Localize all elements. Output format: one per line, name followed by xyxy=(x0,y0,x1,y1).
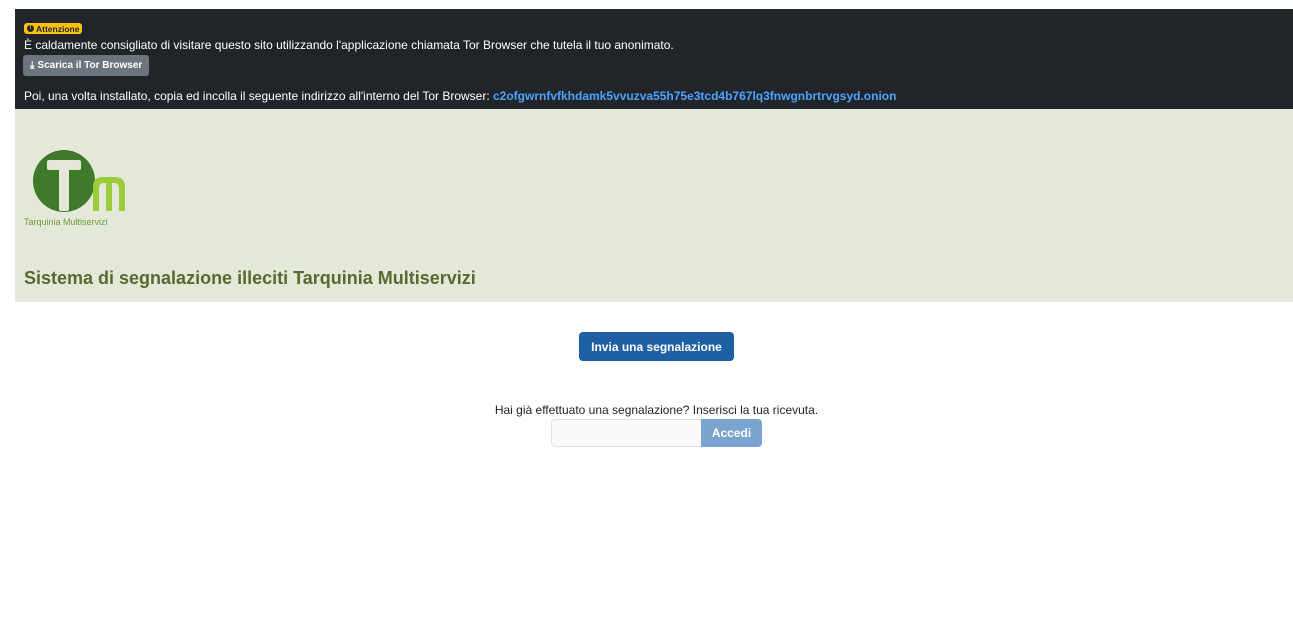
onion-address-link[interactable]: c2ofgwrnfvfkhdamk5vvuzva55h75e3tcd4b767l… xyxy=(493,89,896,103)
receipt-prompt: Hai già effettuato una segnalazione? Ins… xyxy=(494,403,819,417)
attention-badge: ! Attenzione xyxy=(24,23,83,34)
submit-report-button[interactable]: Invia una segnalazione xyxy=(579,332,734,361)
info-circle-icon: ! xyxy=(27,25,34,32)
login-button[interactable]: Accedi xyxy=(701,419,762,447)
download-icon: ⤓ xyxy=(30,60,35,71)
page-title: Sistema di segnalazione illeciti Tarquin… xyxy=(24,268,476,288)
logo-text: Tarquinia Multiservizi xyxy=(24,217,108,227)
attention-badge-label: Attenzione xyxy=(36,23,80,34)
site-header: Tarquinia Multiservizi Sistema di segnal… xyxy=(15,109,1293,302)
download-tor-browser-label: Scarica il Tor Browser xyxy=(37,60,143,71)
tor-warning-banner: ! Attenzione È caldamente consigliato di… xyxy=(15,9,1293,109)
onion-instructions: Poi, una volta installato, copia ed inco… xyxy=(24,88,896,104)
page: ! Attenzione È caldamente consigliato di… xyxy=(0,0,1293,627)
tor-recommendation-text: È caldamente consigliato di visitare que… xyxy=(24,38,674,52)
download-tor-browser-button[interactable]: ⤓ Scarica il Tor Browser xyxy=(23,55,150,76)
receipt-form: Accedi xyxy=(551,419,762,447)
onion-instructions-text: Poi, una volta installato, copia ed inco… xyxy=(24,89,493,103)
receipt-input[interactable] xyxy=(551,419,701,447)
